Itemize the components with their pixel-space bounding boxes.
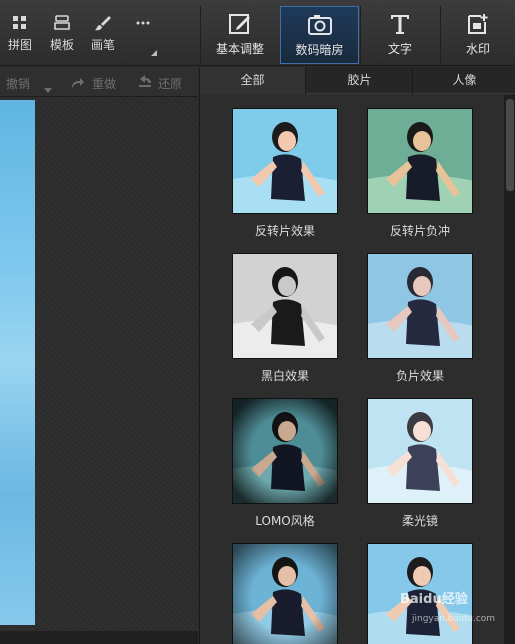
tab-basic-adjust-label: 基本调整 (215, 42, 264, 56)
filter-item[interactable]: 黑白效果 (231, 253, 339, 384)
tab-digital-darkroom[interactable]: 数码暗房 (280, 6, 359, 64)
filter-item[interactable]: 反转片负冲 (366, 108, 474, 239)
scrollbar-thumb[interactable] (506, 99, 514, 191)
subtab-film[interactable]: 胶片 (307, 67, 413, 94)
filter-thumbnail (232, 398, 338, 504)
collage-tool-label: 拼图 (7, 38, 32, 52)
filter-thumbnail (367, 108, 473, 214)
restore-button[interactable]: 还原 (158, 75, 182, 92)
tab-watermark[interactable]: 水印 (440, 6, 515, 64)
filter-name: 反转片负冲 (389, 224, 450, 238)
filter-thumbnail (232, 253, 338, 359)
filter-name: LOMO风格 (255, 514, 315, 528)
collage-tool-button[interactable]: 拼图 (0, 14, 40, 53)
filter-scrollbar[interactable] (504, 95, 515, 644)
baidu-watermark-url: jingyan.baidu.com (412, 614, 496, 624)
top-toolbar: 拼图 模板 画笔 基本调整 数码暗房 文字 水印 (0, 0, 515, 66)
filter-item[interactable] (231, 543, 339, 644)
filter-name: 柔光镜 (401, 514, 438, 528)
filter-item[interactable]: 负片效果 (366, 253, 474, 384)
filter-thumbnail (232, 108, 338, 214)
template-tool-button[interactable]: 模板 (42, 14, 82, 53)
undo-button[interactable]: 撤销 (6, 75, 30, 92)
edit-icon (201, 6, 279, 36)
tab-text-label: 文字 (387, 42, 412, 56)
undo-dropdown-icon[interactable] (44, 79, 52, 98)
filter-grid: 反转片效果 反转片负冲 黑白效果 负片效果 LOMO风格 柔光镜 (200, 95, 504, 644)
filter-item[interactable]: 柔光镜 (366, 398, 474, 529)
baidu-watermark: Baidu经验 (400, 592, 468, 607)
main-tab-bar: 基本调整 数码暗房 文字 水印 (199, 3, 515, 65)
filter-item[interactable]: 反转片效果 (231, 108, 339, 239)
restore-icon (137, 74, 153, 94)
photo-canvas[interactable] (0, 97, 198, 631)
brush-tool-label: 画笔 (90, 38, 115, 52)
edited-photo-preview (0, 100, 35, 625)
subtab-all[interactable]: 全部 (200, 67, 306, 94)
more-icon (123, 14, 163, 36)
expand-arrow-icon[interactable] (150, 42, 158, 61)
tab-text[interactable]: 文字 (360, 6, 439, 64)
brush-icon (83, 14, 123, 36)
watermark-add-icon (441, 6, 515, 36)
filter-item[interactable]: LOMO风格 (231, 398, 339, 529)
text-icon (361, 6, 439, 36)
filter-category-tabs: 全部 胶片 人像 (200, 67, 515, 94)
left-tool-group: 拼图 模板 画笔 (0, 0, 198, 66)
tab-basic-adjust[interactable]: 基本调整 (200, 6, 279, 64)
filter-thumbnail (367, 253, 473, 359)
template-icon (42, 14, 82, 36)
filter-name: 反转片效果 (254, 224, 315, 238)
camera-icon (281, 7, 358, 37)
history-toolbar: 撤销 重做 还原 (0, 67, 198, 97)
template-tool-label: 模板 (49, 38, 74, 52)
grid-icon (0, 14, 40, 36)
filter-name: 黑白效果 (260, 369, 309, 383)
subtab-portrait[interactable]: 人像 (414, 67, 515, 94)
filter-name: 负片效果 (395, 369, 444, 383)
tab-watermark-label: 水印 (465, 42, 490, 56)
redo-icon (70, 75, 84, 94)
redo-button[interactable]: 重做 (92, 75, 116, 92)
canvas-footer (0, 631, 198, 644)
more-tools-button[interactable] (123, 14, 163, 36)
tab-digital-darkroom-label: 数码暗房 (295, 43, 344, 57)
app-window: 拼图 模板 画笔 基本调整 数码暗房 文字 水印 撤销 重做 还原 全部 胶片 … (0, 0, 515, 644)
filter-panel: 全部 胶片 人像 反转片效果 反转片负冲 黑白效果 负片效果 LOMO风格 柔光… (199, 67, 515, 644)
brush-tool-button[interactable]: 画笔 (83, 14, 123, 53)
filter-thumbnail (367, 398, 473, 504)
filter-thumbnail (232, 543, 338, 644)
